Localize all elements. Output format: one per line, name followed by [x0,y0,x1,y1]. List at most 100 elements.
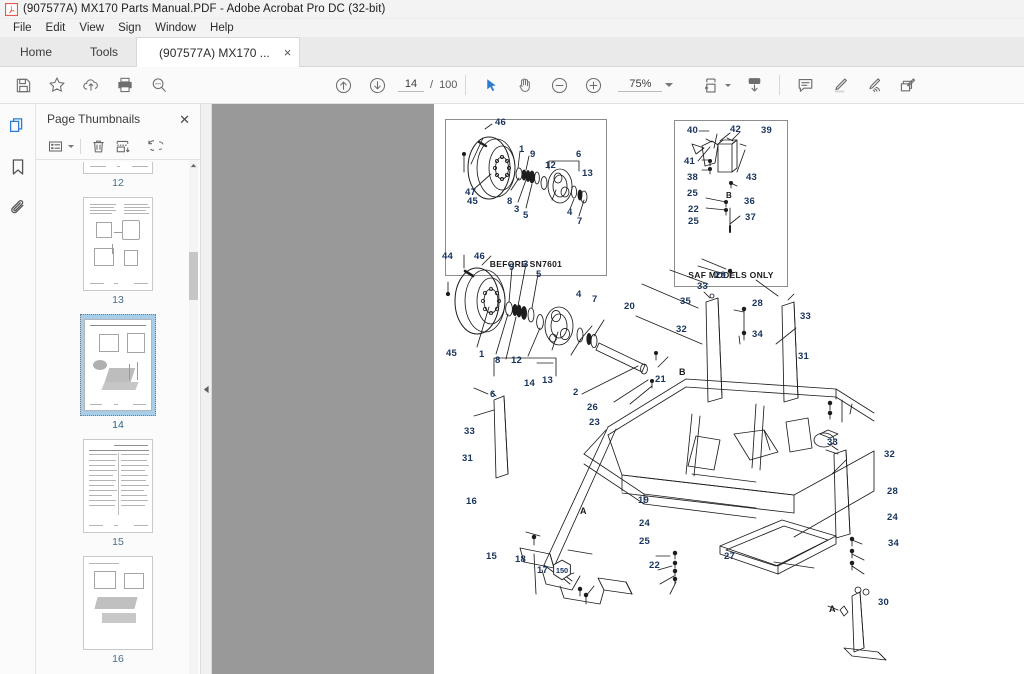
page-thumbnails-icon[interactable] [6,114,30,138]
tab-home[interactable]: Home [0,37,73,67]
thumbnail-page-image[interactable] [83,439,153,533]
menu-help[interactable]: Help [203,19,241,37]
delete-pages-icon[interactable] [87,136,109,158]
zoom-in-button[interactable] [576,68,610,102]
file-tools-group [6,68,176,102]
callout-9b: 9 [509,262,515,273]
add-to-favorites-button[interactable] [40,68,74,102]
thumbnail-item[interactable]: 12 [83,162,153,189]
upload-to-cloud-button[interactable] [74,68,108,102]
scroll-up-icon[interactable] [189,160,198,171]
page-nav-group: 14 / 100 [326,68,457,102]
callout-A-jack: A [829,604,836,614]
callout-30: 30 [878,597,889,608]
close-icon[interactable]: ✕ [179,113,190,126]
thumbnail-item[interactable]: 15 [83,439,153,548]
draw-freehand-button[interactable] [856,68,890,102]
callout-5b: 5 [536,269,542,280]
next-page-button[interactable] [360,68,394,102]
scrollbar-thumb[interactable] [189,252,198,300]
acrobat-window: (907577A) MX170 Parts Manual.PDF - Adobe… [0,0,1024,674]
callout-40: 40 [687,125,698,136]
thumbnail-options-icon[interactable] [44,136,66,158]
thumbnail-item-selected[interactable]: 14 [80,314,156,431]
callout-28b: 28 [887,486,898,497]
menu-window[interactable]: Window [148,19,203,37]
callout-8: 8 [507,196,513,207]
fit-page-chevron-icon[interactable] [725,83,732,87]
callout-A-left: A [580,506,587,516]
page-display-button[interactable] [737,68,771,102]
callout-42: 42 [730,124,741,135]
thumbnails-scrollbar[interactable] [189,160,198,674]
thumbnail-list-container[interactable]: 12 13 14 15 16 [36,160,200,674]
search-button[interactable] [142,68,176,102]
previous-page-button[interactable] [326,68,360,102]
callout-27: 27 [724,551,735,562]
callout-17: 17 [537,565,548,576]
fit-page-button[interactable] [695,68,729,102]
callout-12b: 12 [511,355,522,366]
callout-16: 16 [466,496,477,507]
thumbnails-panel-header: Page Thumbnails ✕ [36,104,200,134]
thumbnail-item[interactable]: 16 [83,556,153,665]
callout-44: 44 [442,251,453,262]
thumbnail-item[interactable]: 13 [83,197,153,306]
extract-pages-icon[interactable] [111,136,133,158]
callout-45b: 45 [446,348,457,359]
callout-33b: 33 [800,311,811,322]
stake-posts [473,258,887,661]
main-toolbar: 14 / 100 75% [0,67,1024,104]
thumbnail-page-number: 12 [112,177,124,189]
select-cursor-button[interactable] [474,68,508,102]
attachments-icon[interactable] [6,196,30,220]
menu-file[interactable]: File [6,19,39,37]
callout-41: 41 [684,156,695,167]
callout-29: 29 [715,270,726,281]
callout-2: 2 [573,387,579,398]
rotate-clockwise-icon[interactable] [159,136,171,158]
collapse-panel-handle[interactable] [201,104,212,674]
tab-tools-label: Tools [90,45,119,59]
thumbnail-page-image[interactable] [80,314,156,416]
zoom-level-value[interactable]: 75% [618,78,663,92]
thumbnail-page-image[interactable] [83,197,153,291]
thumbnail-page-image[interactable] [83,556,153,650]
save-button[interactable] [6,68,40,102]
callout-33c: 33 [464,426,475,437]
add-stamp-button[interactable] [890,68,924,102]
thumbnail-page-number: 13 [112,294,124,306]
document-viewport[interactable]: BEFORE SN7601 SAF MODELS ONLY 46 1 9 6 1… [201,104,1024,674]
page-separator: / [430,79,434,91]
rotate-counterclockwise-icon[interactable] [135,136,157,158]
thumbnail-options-chevron-icon[interactable] [68,145,74,148]
hex-stamp-150: 150 [551,559,573,581]
chevron-down-icon[interactable] [665,83,674,87]
current-page-input[interactable]: 14 [398,78,424,92]
thumbnail-page-number: 16 [112,653,124,665]
zoom-level-box[interactable]: 75% [618,78,674,92]
title-bar: (907577A) MX170 Parts Manual.PDF - Adobe… [0,0,1024,19]
menu-sign[interactable]: Sign [111,19,148,37]
close-tab-icon[interactable]: × [284,46,292,59]
thumbnail-page-image[interactable] [83,162,153,174]
print-button[interactable] [108,68,142,102]
thumb-toolbar-divider [80,139,81,154]
bookmarks-icon[interactable] [6,155,30,179]
callout-13: 13 [582,168,593,179]
window-title: (907577A) MX170 Parts Manual.PDF - Adobe… [23,3,386,15]
zoom-out-button[interactable] [542,68,576,102]
toolbar-divider-1 [465,75,467,95]
menu-edit[interactable]: Edit [39,19,73,37]
add-comment-button[interactable] [788,68,822,102]
callout-33a: 33 [697,281,708,292]
pdf-page[interactable]: BEFORE SN7601 SAF MODELS ONLY 46 1 9 6 1… [434,104,1024,674]
tab-document[interactable]: (907577A) MX170 ... × [136,37,301,67]
callout-37: 37 [745,212,756,223]
tab-tools[interactable]: Tools [72,37,137,67]
menu-view[interactable]: View [72,19,111,37]
hand-tool-button[interactable] [508,68,542,102]
callout-32a: 32 [676,324,687,335]
callout-32b: 32 [884,449,895,460]
highlight-text-button[interactable] [822,68,856,102]
